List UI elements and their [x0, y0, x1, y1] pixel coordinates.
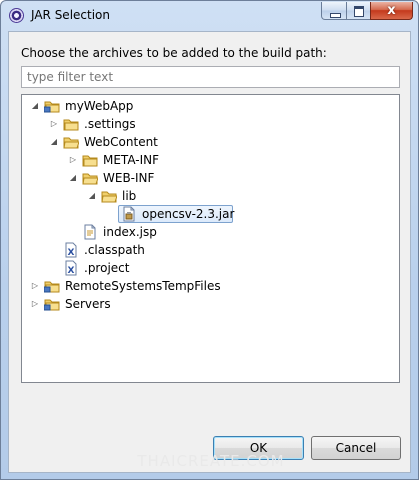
folder-icon: [63, 116, 79, 132]
tree-item-label: .project: [84, 261, 130, 275]
collapsed-arrow-icon[interactable]: ▷: [30, 277, 40, 295]
dialog-window: JAR Selection x Choose the archives to b…: [0, 0, 419, 480]
tree-item-index-jsp[interactable]: index.jsp: [22, 223, 399, 241]
collapsed-arrow-icon[interactable]: ▷: [49, 115, 59, 133]
folder-icon: [101, 188, 118, 204]
project-folder-icon: [43, 296, 60, 312]
expanded-arrow-icon[interactable]: ◢: [49, 133, 59, 151]
xml-file-icon: X: [63, 260, 79, 276]
dialog-prompt: Choose the archives to be added to the b…: [21, 46, 327, 60]
tree-item-remotesystemstempfiles[interactable]: ▷ RemoteSystemsTempFiles: [22, 277, 399, 295]
project-folder-icon: [43, 278, 60, 294]
tree-item-label: RemoteSystemsTempFiles: [65, 279, 221, 293]
tree-item-servers[interactable]: ▷ Servers: [22, 295, 399, 313]
tree-item-webcontent[interactable]: ◢ WebContent: [22, 133, 399, 151]
tree-item-label: WEB-INF: [103, 171, 155, 185]
jar-file-icon: [121, 206, 137, 222]
svg-text:X: X: [68, 248, 75, 258]
maximize-icon: [354, 6, 364, 17]
tree-item-label: META-INF: [103, 153, 160, 167]
tree-item-web-inf[interactable]: ◢ WEB-INF: [22, 169, 399, 187]
tree-item-label: index.jsp: [103, 225, 157, 239]
window-title: JAR Selection: [31, 8, 110, 22]
tree-item-lib[interactable]: ◢ lib: [22, 187, 399, 205]
svg-text:X: X: [68, 266, 75, 276]
tree-item-label: myWebApp: [65, 99, 134, 113]
tree-item-label: WebContent: [84, 135, 158, 149]
tree-item-label: lib: [122, 189, 137, 203]
tree-item-mywebapp[interactable]: ◢ myWebApp: [22, 97, 399, 115]
tree-item-label: .classpath: [84, 243, 145, 257]
expanded-arrow-icon[interactable]: ◢: [87, 187, 97, 205]
jsp-file-icon: [82, 224, 98, 240]
project-folder-icon: [43, 98, 60, 114]
tree-item-classpath[interactable]: X .classpath: [22, 241, 399, 259]
maximize-button[interactable]: [346, 2, 371, 20]
close-button[interactable]: x: [370, 2, 413, 20]
xml-file-icon: X: [63, 242, 79, 258]
archive-tree[interactable]: ◢ myWebApp ▷ .settings ◢ WebContent ▷ ME…: [21, 94, 400, 383]
collapsed-arrow-icon[interactable]: ▷: [30, 295, 40, 313]
dialog-body: Choose the archives to be added to the b…: [8, 31, 411, 473]
collapsed-arrow-icon[interactable]: ▷: [68, 151, 78, 169]
close-icon: x: [387, 3, 396, 18]
tree-item-label: opencsv-2.3.jar: [142, 207, 235, 221]
folder-icon: [82, 152, 98, 168]
cancel-button[interactable]: Cancel: [311, 436, 401, 460]
eclipse-app-icon: [9, 8, 24, 23]
minimize-button[interactable]: [321, 2, 347, 20]
tree-item-project-file[interactable]: X .project: [22, 259, 399, 277]
expanded-arrow-icon[interactable]: ◢: [68, 169, 78, 187]
tree-item-label: Servers: [65, 297, 111, 311]
tree-item-meta-inf[interactable]: ▷ META-INF: [22, 151, 399, 169]
title-bar[interactable]: JAR Selection x: [1, 1, 418, 31]
watermark: THAICREATE.COM: [137, 452, 285, 470]
minimize-icon: [330, 13, 341, 18]
expanded-arrow-icon[interactable]: ◢: [30, 97, 40, 115]
tree-item-opencsv-jar[interactable]: opencsv-2.3.jar: [22, 205, 399, 223]
folder-icon: [82, 170, 99, 186]
folder-icon: [63, 134, 80, 150]
tree-item-label: .settings: [84, 117, 136, 131]
filter-input[interactable]: [21, 66, 400, 88]
tree-item-settings[interactable]: ▷ .settings: [22, 115, 399, 133]
